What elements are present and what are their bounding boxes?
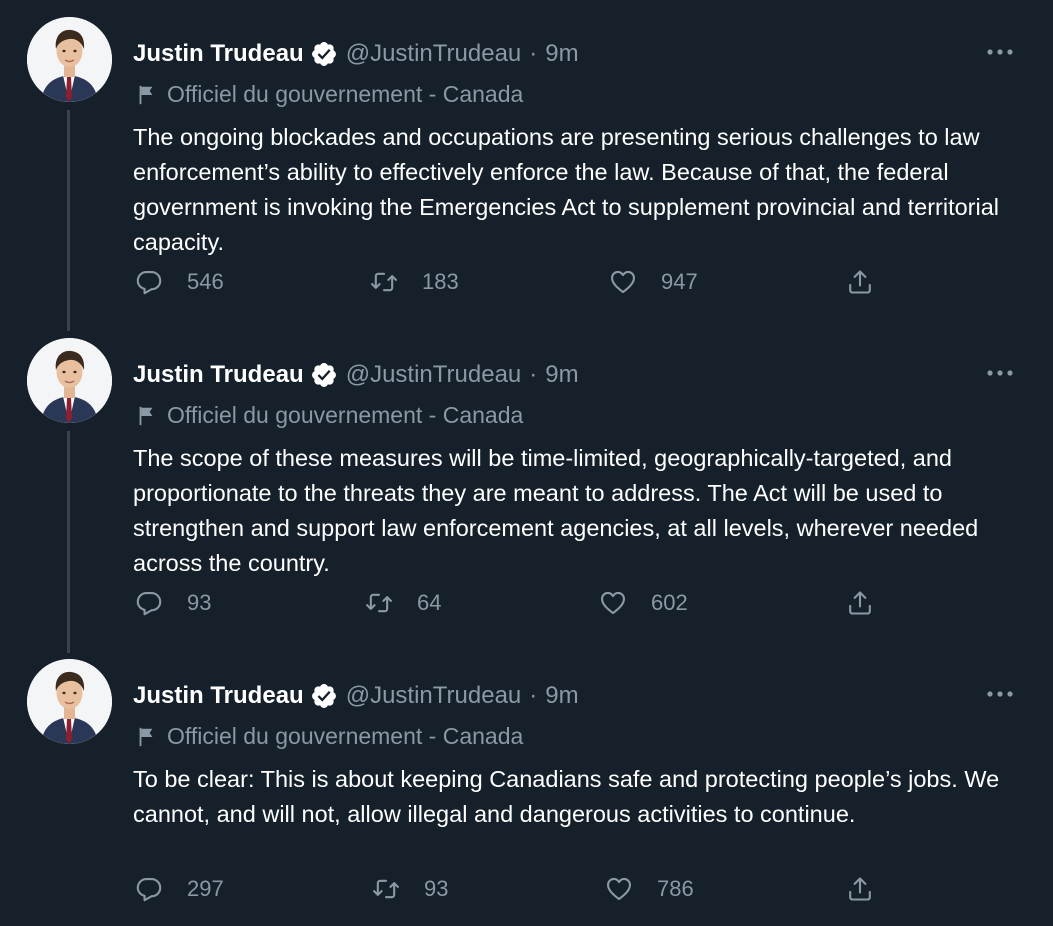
share-button[interactable] [846, 267, 874, 297]
more-icon[interactable] [985, 364, 1015, 382]
timestamp[interactable]: 9m [545, 40, 578, 68]
more-icon[interactable] [985, 43, 1015, 61]
like-count: 786 [657, 876, 694, 901]
timestamp[interactable]: 9m [545, 682, 578, 710]
share-icon [846, 268, 874, 296]
thread-line [67, 110, 70, 331]
tweet-text: The ongoing blockades and occupations ar… [133, 124, 1000, 255]
retweet-icon [365, 589, 393, 617]
like-button[interactable]: 947 [609, 267, 698, 297]
avatar-image [27, 17, 112, 102]
separator-dot: · [529, 361, 538, 388]
share-icon [846, 875, 874, 903]
retweet-icon [372, 875, 400, 903]
flag-icon [135, 84, 157, 106]
heart-icon [599, 589, 627, 617]
retweet-button[interactable]: 93 [372, 874, 448, 904]
share-icon [846, 589, 874, 617]
avatar-image [27, 659, 112, 744]
reply-button[interactable]: 546 [135, 267, 224, 297]
tweet[interactable]: Justin Trudeau @JustinTrudeau · 9m Offic… [0, 659, 1053, 926]
avatar[interactable] [27, 659, 112, 744]
reply-icon [135, 268, 163, 296]
retweet-icon [370, 268, 398, 296]
timestamp[interactable]: 9m [545, 361, 578, 389]
author-handle[interactable]: @JustinTrudeau [346, 361, 522, 389]
retweet-button[interactable]: 183 [370, 267, 459, 297]
heart-icon [605, 875, 633, 903]
verified-badge-icon [310, 40, 338, 68]
retweet-button[interactable]: 64 [365, 588, 441, 618]
heart-icon [609, 268, 637, 296]
verified-badge-icon [310, 682, 338, 710]
tweet[interactable]: Justin Trudeau @JustinTrudeau · 9m Offic… [0, 338, 1053, 659]
government-label-text: Officiel du gouvernement - Canada [167, 81, 524, 107]
like-button[interactable]: 786 [605, 874, 694, 904]
separator-dot: · [529, 682, 538, 709]
flag-icon [135, 405, 157, 427]
reply-count: 93 [187, 590, 212, 615]
verified-badge-icon [310, 361, 338, 389]
reply-icon [135, 875, 163, 903]
separator-dot: · [529, 40, 538, 67]
reply-icon [135, 589, 163, 617]
author-name[interactable]: Justin Trudeau [133, 361, 304, 389]
reply-count: 546 [187, 269, 224, 294]
author-handle[interactable]: @JustinTrudeau [346, 682, 522, 710]
avatar[interactable] [27, 17, 112, 102]
government-label: Officiel du gouvernement - Canada [135, 402, 523, 429]
retweet-count: 64 [417, 590, 442, 615]
more-icon[interactable] [985, 685, 1015, 703]
like-count: 602 [651, 590, 688, 615]
like-button[interactable]: 602 [599, 588, 688, 618]
tweet[interactable]: Justin Trudeau @JustinTrudeau · 9m Offic… [0, 17, 1053, 338]
avatar-image [27, 338, 112, 423]
thread-line [67, 431, 70, 653]
share-button[interactable] [846, 874, 874, 904]
share-button[interactable] [846, 588, 874, 618]
tweet-text: The scope of these measures will be time… [133, 445, 979, 576]
retweet-count: 183 [422, 269, 459, 294]
like-count: 947 [661, 269, 698, 294]
government-label-text: Officiel du gouvernement - Canada [167, 723, 524, 749]
tweet-text: To be clear: This is about keeping Canad… [133, 766, 1000, 827]
reply-count: 297 [187, 876, 224, 901]
tweet-header: Justin Trudeau @JustinTrudeau · 9m [133, 679, 579, 713]
government-label-text: Officiel du gouvernement - Canada [167, 402, 524, 428]
author-handle[interactable]: @JustinTrudeau [346, 40, 522, 68]
government-label: Officiel du gouvernement - Canada [135, 81, 523, 108]
author-name[interactable]: Justin Trudeau [133, 682, 304, 710]
retweet-count: 93 [424, 876, 449, 901]
government-label: Officiel du gouvernement - Canada [135, 723, 523, 750]
reply-button[interactable]: 93 [135, 588, 211, 618]
reply-button[interactable]: 297 [135, 874, 224, 904]
tweet-header: Justin Trudeau @JustinTrudeau · 9m [133, 37, 579, 71]
author-name[interactable]: Justin Trudeau [133, 40, 304, 68]
tweet-header: Justin Trudeau @JustinTrudeau · 9m [133, 358, 579, 392]
flag-icon [135, 726, 157, 748]
avatar[interactable] [27, 338, 112, 423]
